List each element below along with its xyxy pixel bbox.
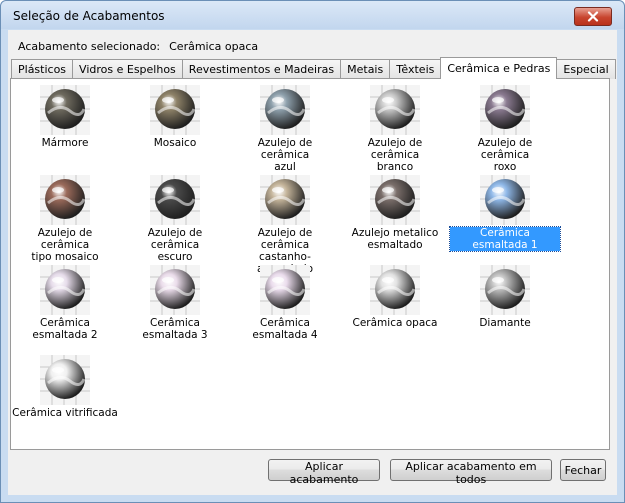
material-item[interactable]: Azulejo de cerâmica escuro <box>120 175 230 263</box>
material-label-line1: Mosaico <box>153 137 197 149</box>
material-item[interactable]: Azulejo metalico esmaltado <box>340 175 450 251</box>
material-label: Mosaico <box>152 137 199 149</box>
material-label-line2: branco <box>376 161 414 173</box>
material-label-line2: escuro <box>157 251 193 263</box>
material-label: Azulejo de cerâmica escuro <box>120 227 230 263</box>
material-label: Azulejo de cerâmica branco <box>340 137 450 173</box>
tab-texteis[interactable]: Têxteis <box>389 59 442 79</box>
tan-tile-icon <box>230 175 340 225</box>
material-label-line1: Mármore <box>41 137 89 149</box>
material-selection-dialog: Seleção de Acabamentos Acabamento seleci… <box>0 0 625 503</box>
material-label-line1: Azulejo metalico <box>351 227 439 239</box>
apply-finish-all-button[interactable]: Aplicar acabamento em todos <box>390 459 552 486</box>
material-label-line1: Azulejo de cerâmica <box>257 227 313 251</box>
title-bar[interactable]: Seleção de Acabamentos <box>1 1 624 29</box>
material-label-line1: Cerâmica opaca <box>352 317 438 329</box>
material-label-line1: Cerâmica esmaltada 2 <box>32 317 98 341</box>
dark-tile-icon <box>120 175 230 225</box>
material-label: Cerâmica esmaltada 2 <box>10 317 120 341</box>
material-label-line1: Azulejo de cerâmica <box>257 137 313 161</box>
material-label-line2: roxo <box>493 161 517 173</box>
tab-ceramica-e-pedras[interactable]: Cerâmica e Pedras <box>440 57 558 79</box>
material-item[interactable]: Cerâmica vitrificada <box>10 355 120 419</box>
purple-tile-icon <box>450 85 560 135</box>
category-tabs: Plásticos Vidros e Espelhos Revestimentos … <box>11 57 616 79</box>
material-label-line1: Cerâmica esmaltada 1 <box>472 227 538 251</box>
selected-material-row: Acabamento selecionado: Cerâmica opaca <box>18 40 258 53</box>
glazed-ceramic-2-icon <box>10 265 120 315</box>
material-label: Azulejo de cerâmica tipo mosaico <box>10 227 120 263</box>
white-tile-icon <box>340 85 450 135</box>
dialog-body: Acabamento selecionado: Cerâmica opaca Pl… <box>8 30 617 495</box>
material-label-line1: Azulejo de cerâmica <box>37 227 93 251</box>
blue-tile-icon <box>230 85 340 135</box>
glazed-ceramic-4-icon <box>230 265 340 315</box>
material-label: Cerâmica esmaltada 4 <box>230 317 340 341</box>
material-label-line1: Diamante <box>479 317 531 329</box>
material-label-line1: Azulejo de cerâmica <box>477 137 533 161</box>
material-label: Cerâmica esmaltada 3 <box>120 317 230 341</box>
material-label: Cerâmica esmaltada 1 <box>449 226 561 252</box>
material-label: Diamante <box>477 317 532 329</box>
material-label-line1: Cerâmica esmaltada 4 <box>252 317 318 341</box>
material-label-line2: esmaltado <box>367 239 423 251</box>
material-item[interactable]: Mosaico <box>120 85 230 149</box>
close-icon <box>587 11 599 22</box>
material-label-line2: tipo mosaico <box>31 251 99 263</box>
selected-material-value: Cerâmica opaca <box>169 40 259 53</box>
material-gallery: Mármore Mosaico Azulejo de cerâmica azul Azu… <box>10 78 610 450</box>
material-item[interactable]: Mármore <box>10 85 120 149</box>
material-item[interactable]: Cerâmica esmaltada 3 <box>120 265 230 341</box>
material-item[interactable]: Cerâmica esmaltada 2 <box>10 265 120 341</box>
material-label: Cerâmica opaca <box>351 317 440 329</box>
glazed-ceramic-3-icon <box>120 265 230 315</box>
material-label-line1: Azulejo de cerâmica <box>367 137 423 161</box>
vitrified-ceramic-icon <box>10 355 120 405</box>
material-label: Cerâmica vitrificada <box>10 407 120 419</box>
diamond-icon <box>450 265 560 315</box>
opaque-ceramic-icon <box>340 265 450 315</box>
tab-especial[interactable]: Especial <box>556 59 616 79</box>
material-item[interactable]: Azulejo de cerâmica azul <box>230 85 340 173</box>
material-item[interactable]: Cerâmica opaca <box>340 265 450 329</box>
material-item[interactable]: Cerâmica esmaltada 1 <box>449 175 561 252</box>
close-button[interactable]: Fechar <box>560 459 606 481</box>
material-item[interactable]: Azulejo de cerâmicacastanho-amarelado <box>230 175 340 275</box>
material-item[interactable]: Azulejo de cerâmica branco <box>340 85 450 173</box>
material-label: Azulejo metalico esmaltado <box>350 227 441 251</box>
apply-finish-button[interactable]: Aplicar acabamento <box>268 459 380 486</box>
mosaic-tile-icon <box>10 175 120 225</box>
material-label-line1: Cerâmica vitrificada <box>12 407 118 419</box>
material-label: Azulejo de cerâmica azul <box>230 137 340 173</box>
close-window-button[interactable] <box>574 7 612 26</box>
material-label: Mármore <box>40 137 91 149</box>
mosaic-icon <box>120 85 230 135</box>
glazed-ceramic-1-icon <box>450 175 560 225</box>
marble-icon <box>10 85 120 135</box>
material-label-line1: Azulejo de cerâmica <box>147 227 203 251</box>
material-label: Azulejo de cerâmica roxo <box>450 137 560 173</box>
tab-vidros-e-espelhos[interactable]: Vidros e Espelhos <box>72 59 183 79</box>
material-item[interactable]: Diamante <box>450 265 560 329</box>
material-label-line2: azul <box>274 161 296 173</box>
tab-plasticos[interactable]: Plásticos <box>11 59 74 79</box>
metallic-tile-icon <box>340 175 450 225</box>
tab-revestimentos-e-madeiras[interactable]: Revestimentos e Madeiras <box>181 59 342 79</box>
material-item[interactable]: Azulejo de cerâmica roxo <box>450 85 560 173</box>
selected-material-label: Acabamento selecionado: <box>18 40 161 53</box>
material-item[interactable]: Cerâmica esmaltada 4 <box>230 265 340 341</box>
material-item[interactable]: Azulejo de cerâmica tipo mosaico <box>10 175 120 263</box>
tab-metais[interactable]: Metais <box>340 59 391 79</box>
material-label-line1: Cerâmica esmaltada 3 <box>142 317 208 341</box>
window-title: Seleção de Acabamentos <box>13 9 165 23</box>
